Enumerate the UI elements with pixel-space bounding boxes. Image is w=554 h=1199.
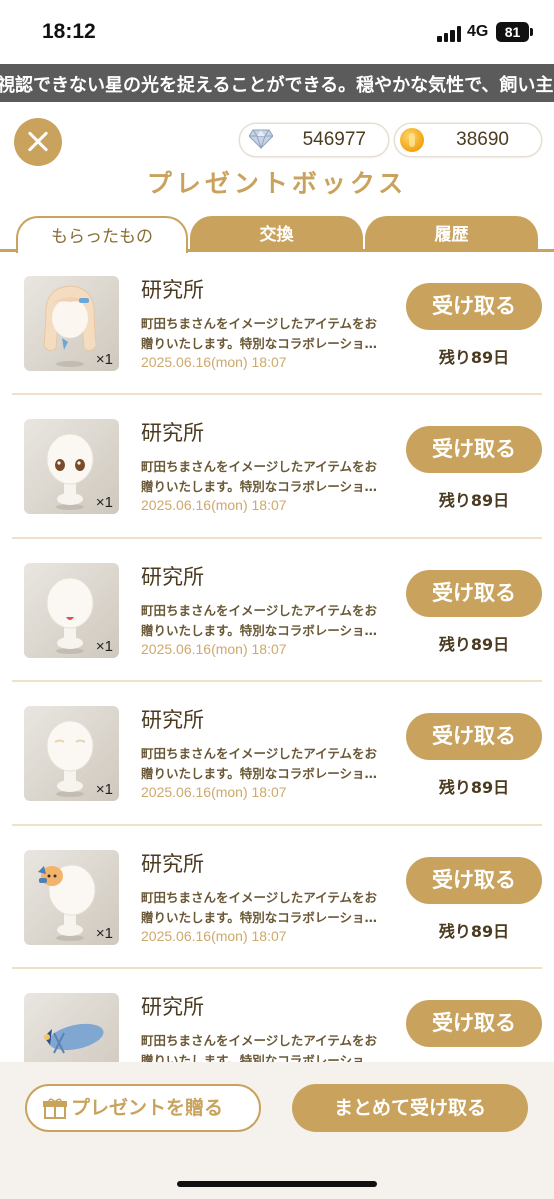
item-thumbnail: ×1 bbox=[24, 706, 119, 802]
header: 546977 38690 プレゼントボックス もらったもの 交換 履歴 bbox=[0, 102, 554, 253]
receive-button[interactable]: 受け取る bbox=[406, 999, 542, 1047]
item-description: 町田ちまさんをイメージしたアイテムをお 贈りいたします。特別なコラボレーショ… bbox=[141, 746, 378, 782]
list-item: 研究所 町田ちまさんをイメージしたアイテムをお 贈りいたします。特別なコラボレーシ… bbox=[12, 969, 542, 1062]
remaining-days: 残り89日 bbox=[438, 921, 510, 941]
home-indicator[interactable] bbox=[177, 1181, 377, 1187]
item-quantity: ×1 bbox=[95, 637, 113, 655]
item-date: 2025.06.16(mon) 18:07 bbox=[141, 640, 287, 657]
send-present-label: プレゼントを贈る bbox=[71, 1097, 224, 1119]
news-ticker: 視認できない星の光を捉えることができる。穏やかな気性で、飼い主や bbox=[0, 64, 554, 102]
tab-bar: もらったもの 交換 履歴 bbox=[0, 212, 554, 253]
item-description: 町田ちまさんをイメージしたアイテムをお 贈りいたします。特別なコラボレーショ… bbox=[141, 602, 378, 638]
hat-item-icon bbox=[44, 1023, 104, 1054]
item-title: 研究所 bbox=[141, 851, 204, 876]
gem-count: 546977 bbox=[302, 129, 366, 150]
signal-icon bbox=[437, 26, 463, 42]
list-item: ×1 研究所 町田ちまさんをイメージしたアイテムをお 贈りいたします。特別なコラボ… bbox=[12, 252, 542, 396]
receive-button[interactable]: 受け取る bbox=[406, 569, 542, 617]
item-description: 町田ちまさんをイメージしたアイテムをお 贈りいたします。特別なコラボレーショ… bbox=[141, 459, 378, 495]
list-item: ×1 研究所 町田ちまさんをイメージしたアイテムをお 贈りいたします。特別なコラボ… bbox=[12, 395, 542, 539]
item-thumbnail: ×1 bbox=[24, 562, 119, 658]
battery-tip bbox=[530, 28, 533, 36]
remaining-days: 残り89日 bbox=[438, 491, 510, 511]
item-thumbnail: ×1 bbox=[24, 276, 119, 371]
status-time: 18:12 bbox=[42, 20, 96, 43]
item-description: 町田ちまさんをイメージしたアイテムをお 贈りいたします。特別なコラボレーショ… bbox=[141, 889, 378, 925]
list-item: ×1 研究所 町田ちまさんをイメージしたアイテムをお 贈りいたします。特別なコラボ… bbox=[12, 682, 542, 826]
coin-count: 38690 bbox=[456, 129, 509, 150]
receive-button[interactable]: 受け取る bbox=[406, 283, 542, 330]
close-button[interactable] bbox=[14, 118, 62, 166]
item-date: 2025.06.16(mon) 18:07 bbox=[141, 354, 287, 370]
item-quantity: ×1 bbox=[95, 351, 113, 368]
battery-icon: 81 bbox=[496, 22, 529, 42]
status-bar: 18:12 4G 81 bbox=[0, 0, 554, 64]
tab-exchange[interactable]: 交換 bbox=[190, 216, 363, 252]
coin-counter[interactable]: 38690 bbox=[395, 124, 541, 156]
receive-button[interactable]: 受け取る bbox=[406, 426, 542, 474]
item-quantity: ×1 bbox=[95, 494, 113, 512]
diamond-icon bbox=[249, 129, 273, 149]
item-quantity: ×1 bbox=[95, 781, 113, 799]
claim-all-button[interactable]: まとめて受け取る bbox=[292, 1084, 528, 1132]
item-thumbnail: ×1 bbox=[24, 849, 119, 945]
item-title: 研究所 bbox=[141, 564, 204, 589]
present-list[interactable]: ×1 研究所 町田ちまさんをイメージしたアイテムをお 贈りいたします。特別なコラボ… bbox=[12, 252, 542, 1062]
list-item: ×1 研究所 町田ちまさんをイメージしたアイテムをお 贈りいたします。特別なコラボ… bbox=[12, 539, 542, 683]
item-description: 町田ちまさんをイメージしたアイテムをお 贈りいたします。特別なコラボレーショ… bbox=[141, 316, 378, 351]
coin-icon bbox=[400, 128, 424, 152]
item-thumbnail: ×1 bbox=[24, 419, 119, 515]
item-date: 2025.06.16(mon) 18:07 bbox=[141, 927, 287, 944]
remaining-days: 残り89日 bbox=[438, 634, 510, 654]
gift-icon bbox=[43, 1098, 67, 1119]
receive-button[interactable]: 受け取る bbox=[406, 856, 542, 904]
gem-counter[interactable]: 546977 bbox=[240, 124, 388, 156]
remaining-days: 残り89日 bbox=[438, 348, 510, 367]
page-title: プレゼントボックス bbox=[146, 169, 408, 198]
list-item: ×1 研究所 町田ちまさんをイメージしたアイテムをお 贈りいたします。特別なコラボ… bbox=[12, 826, 542, 969]
network-type: 4G bbox=[467, 23, 489, 40]
item-date: 2025.06.16(mon) 18:07 bbox=[141, 497, 287, 514]
item-date: 2025.06.16(mon) 18:07 bbox=[141, 784, 287, 801]
tab-received[interactable]: もらったもの bbox=[16, 216, 188, 253]
item-quantity: ×1 bbox=[95, 924, 113, 942]
item-thumbnail bbox=[24, 992, 119, 1062]
tab-history[interactable]: 履歴 bbox=[365, 216, 538, 252]
item-description: 町田ちまさんをイメージしたアイテムをお 贈りいたします。特別なコラボレーショ… bbox=[141, 1032, 378, 1062]
item-title: 研究所 bbox=[141, 994, 204, 1019]
ticker-text: 視認できない星の光を捉えることができる。穏やかな気性で、飼い主や bbox=[0, 75, 554, 96]
receive-button[interactable]: 受け取る bbox=[406, 713, 542, 761]
remaining-days: 残り89日 bbox=[438, 778, 510, 798]
item-title: 研究所 bbox=[141, 421, 204, 446]
item-title: 研究所 bbox=[141, 708, 204, 733]
send-present-button[interactable]: プレゼントを贈る bbox=[25, 1084, 261, 1132]
item-title: 研究所 bbox=[141, 278, 204, 302]
footer-bar: プレゼントを贈る まとめて受け取る bbox=[0, 1062, 554, 1199]
